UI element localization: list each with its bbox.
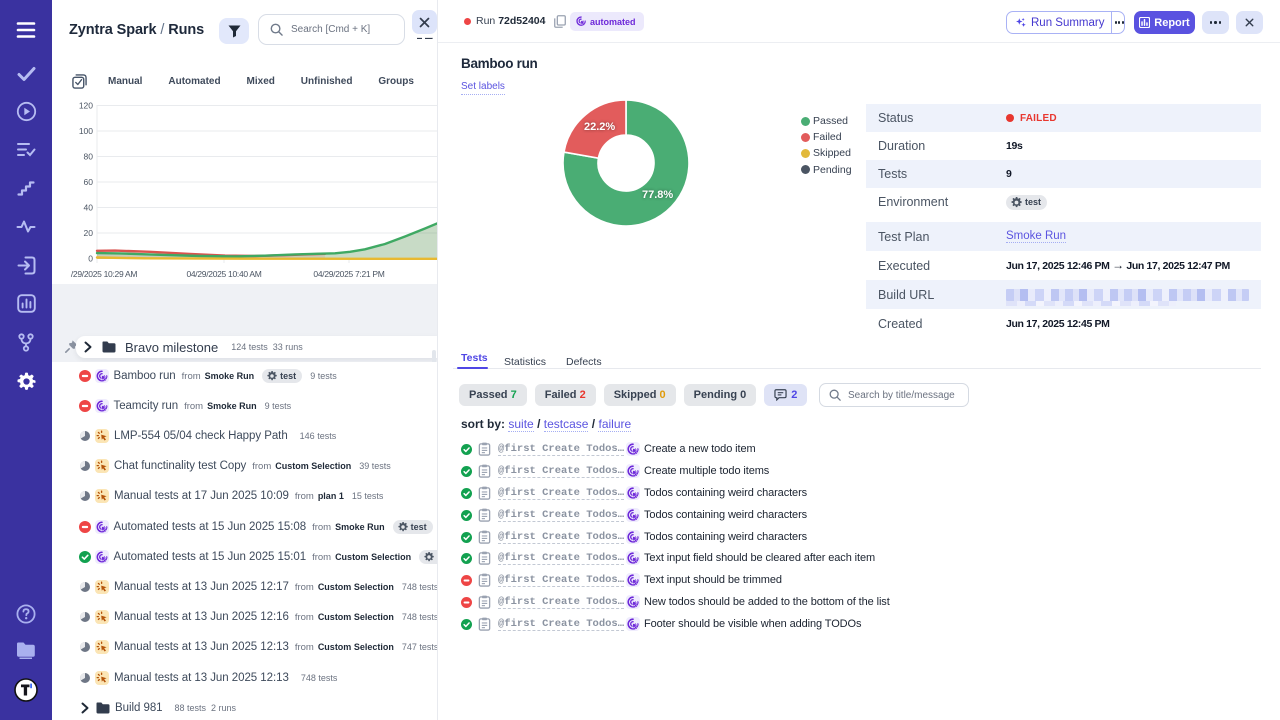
svg-text:/29/2025 10:29 AM: /29/2025 10:29 AM xyxy=(71,269,137,279)
svg-text:22.2%: 22.2% xyxy=(584,121,615,133)
svg-text:80: 80 xyxy=(84,152,94,162)
svg-text:60: 60 xyxy=(84,177,94,187)
svg-text:20: 20 xyxy=(84,228,94,238)
svg-text:40: 40 xyxy=(84,203,94,213)
svg-text:0: 0 xyxy=(88,254,93,264)
svg-text:100: 100 xyxy=(79,126,93,136)
svg-text:120: 120 xyxy=(79,101,93,111)
svg-text:77.8%: 77.8% xyxy=(642,189,673,201)
svg-text:04/29/2025 10:40 AM: 04/29/2025 10:40 AM xyxy=(186,269,261,279)
svg-text:04/29/2025 7:21 PM: 04/29/2025 7:21 PM xyxy=(313,269,384,279)
